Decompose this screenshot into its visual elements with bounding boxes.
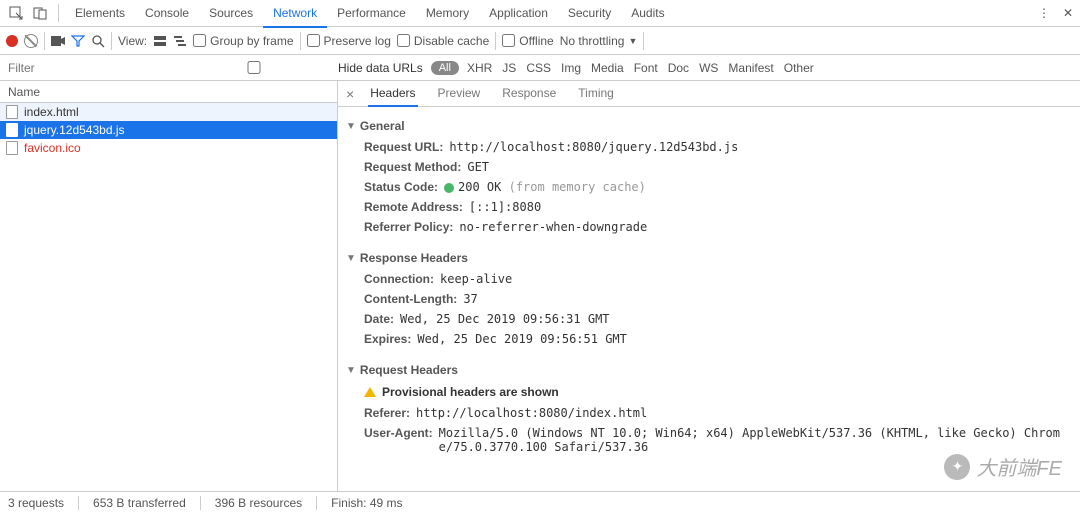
clear-button[interactable] <box>24 34 38 48</box>
status-dot-icon <box>444 183 454 193</box>
wechat-icon: ✦ <box>944 454 970 480</box>
filter-doc[interactable]: Doc <box>668 61 689 75</box>
detail-tab-headers[interactable]: Headers <box>368 81 417 107</box>
tab-network[interactable]: Network <box>263 0 327 28</box>
device-toggle-icon[interactable] <box>28 1 52 25</box>
more-icon[interactable]: ⋮ <box>1032 1 1056 25</box>
filter-bar: Hide data URLs All XHR JS CSS Img Media Font D… <box>0 55 1080 81</box>
search-icon[interactable] <box>91 34 105 48</box>
tab-application[interactable]: Application <box>479 0 558 27</box>
inspect-icon[interactable] <box>4 1 28 25</box>
tab-audits[interactable]: Audits <box>621 0 674 27</box>
request-list: Name index.htmljquery.12d543bd.jsfavicon… <box>0 81 338 491</box>
devtools-main-tabs: ElementsConsoleSourcesNetworkPerformance… <box>0 0 1080 27</box>
tab-sources[interactable]: Sources <box>199 0 263 27</box>
filter-all[interactable]: All <box>431 61 459 75</box>
section-general[interactable]: ▼General <box>346 115 1070 137</box>
filter-js[interactable]: JS <box>502 61 516 75</box>
status-transferred: 653 B transferred <box>93 496 186 510</box>
large-rows-icon[interactable] <box>153 35 167 47</box>
filter-css[interactable]: CSS <box>526 61 551 75</box>
filter-manifest[interactable]: Manifest <box>728 61 773 75</box>
filter-img[interactable]: Img <box>561 61 581 75</box>
name-column-header[interactable]: Name <box>0 81 337 103</box>
filter-input[interactable] <box>6 59 166 77</box>
status-resources: 396 B resources <box>215 496 302 510</box>
file-icon <box>6 123 18 137</box>
waterfall-icon[interactable] <box>173 35 187 47</box>
detail-tab-response[interactable]: Response <box>500 81 558 106</box>
camera-icon[interactable] <box>51 35 65 47</box>
view-label: View: <box>118 34 147 48</box>
preserve-log-checkbox[interactable]: Preserve log <box>307 34 391 48</box>
throttling-select[interactable]: No throttling▼ <box>560 34 638 48</box>
tab-elements[interactable]: Elements <box>65 0 135 27</box>
filter-icon[interactable] <box>71 35 85 47</box>
provisional-warning: Provisional headers are shown <box>346 381 1070 403</box>
network-toolbar: View: Group by frame Preserve log Disabl… <box>0 27 1080 55</box>
tab-console[interactable]: Console <box>135 0 199 27</box>
tab-security[interactable]: Security <box>558 0 621 27</box>
detail-tab-preview[interactable]: Preview <box>436 81 483 106</box>
request-row[interactable]: index.html <box>0 103 337 121</box>
filter-font[interactable]: Font <box>634 61 658 75</box>
request-row[interactable]: jquery.12d543bd.js <box>0 121 337 139</box>
filter-xhr[interactable]: XHR <box>467 61 492 75</box>
close-details-icon[interactable]: × <box>346 86 354 102</box>
watermark: ✦ 大前端FE <box>944 452 1062 481</box>
close-icon[interactable]: ✕ <box>1056 1 1080 25</box>
tab-performance[interactable]: Performance <box>327 0 416 27</box>
filter-media[interactable]: Media <box>591 61 624 75</box>
request-details: × HeadersPreviewResponseTiming ▼General … <box>338 81 1080 491</box>
section-request-headers[interactable]: ▼Request Headers <box>346 359 1070 381</box>
status-requests: 3 requests <box>8 496 64 510</box>
group-by-frame-checkbox[interactable]: Group by frame <box>193 34 293 48</box>
status-bar: 3 requests 653 B transferred 396 B resou… <box>0 491 1080 513</box>
divider <box>58 4 59 22</box>
record-button[interactable] <box>6 35 18 47</box>
disable-cache-checkbox[interactable]: Disable cache <box>397 34 489 48</box>
hide-data-urls-checkbox[interactable]: Hide data URLs <box>174 61 423 75</box>
request-row[interactable]: favicon.ico <box>0 139 337 157</box>
detail-tab-timing[interactable]: Timing <box>576 81 616 106</box>
filter-ws[interactable]: WS <box>699 61 718 75</box>
status-finish: Finish: 49 ms <box>331 496 402 510</box>
file-icon <box>6 141 18 155</box>
offline-checkbox[interactable]: Offline <box>502 34 553 48</box>
warning-icon <box>364 387 376 397</box>
filter-other[interactable]: Other <box>784 61 814 75</box>
tab-memory[interactable]: Memory <box>416 0 479 27</box>
section-response-headers[interactable]: ▼Response Headers <box>346 247 1070 269</box>
file-icon <box>6 105 18 119</box>
